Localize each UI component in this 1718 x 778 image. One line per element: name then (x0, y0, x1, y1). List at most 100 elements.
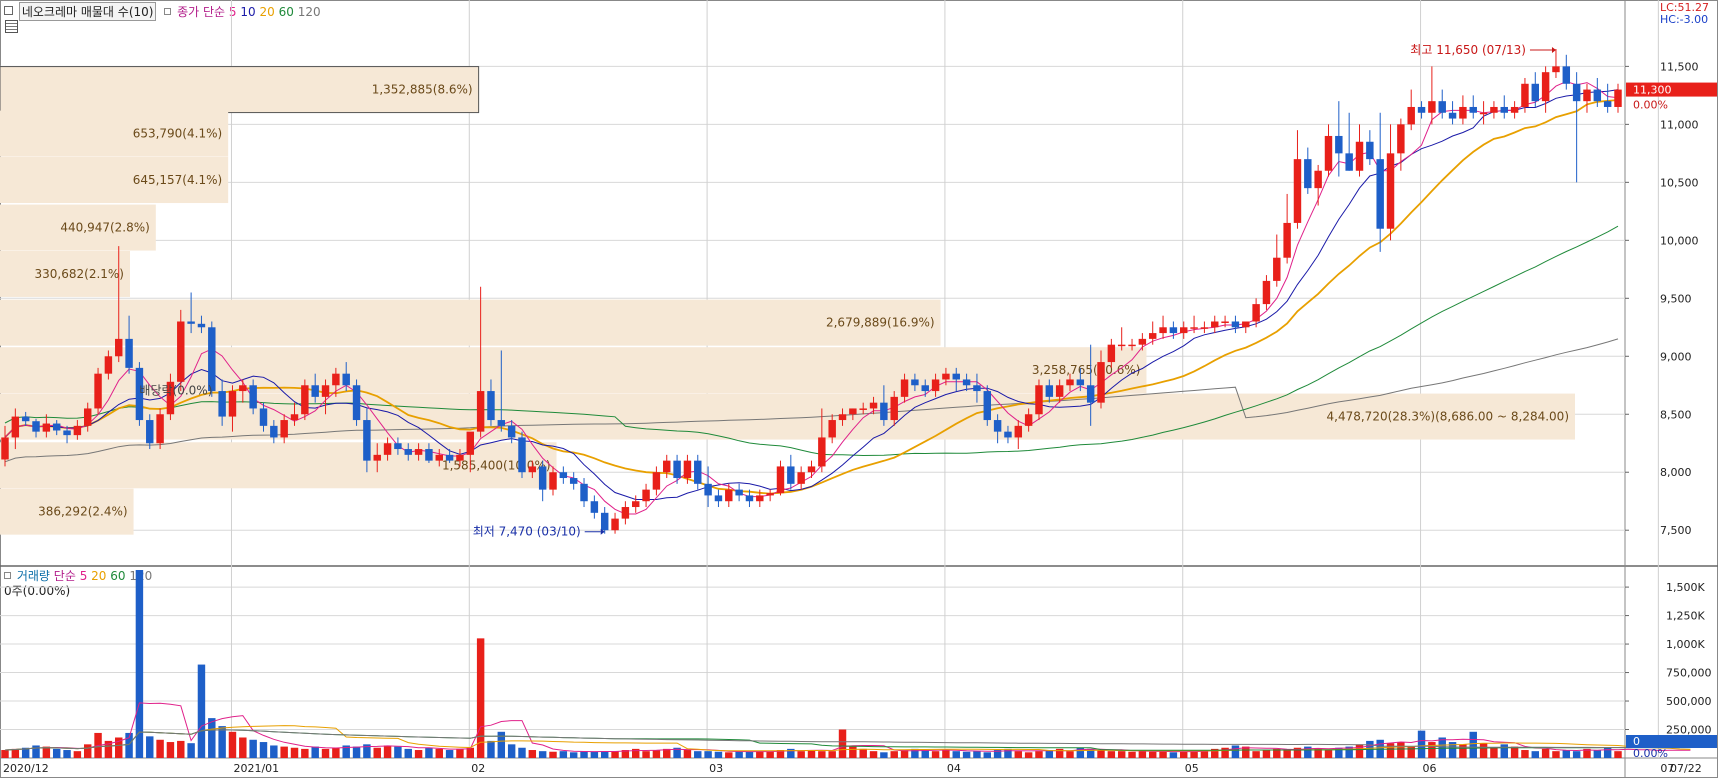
candle-body (735, 489, 743, 496)
candle-body (849, 408, 857, 415)
volume-profile-label: 330,682(2.1%) (35, 267, 124, 281)
volume-bar (1562, 750, 1571, 758)
candle-body (1169, 327, 1178, 334)
candle-body (1035, 385, 1043, 415)
candle-body (32, 421, 40, 432)
volume-bar (476, 638, 485, 758)
price-tick-label: 10,000 (1660, 234, 1699, 247)
candle-body (487, 391, 495, 421)
price-tick-label: 11,500 (1660, 60, 1699, 73)
candle-body (1004, 431, 1012, 438)
volume-bar (838, 729, 847, 758)
candle-body (1190, 327, 1198, 329)
volume-bar (1117, 751, 1126, 758)
volume-bar (332, 747, 340, 758)
volume-bar (208, 718, 216, 758)
candle-body (1397, 124, 1405, 154)
volume-bar (1490, 747, 1498, 758)
candle-body (1531, 83, 1540, 102)
x-axis-label: 05 (1185, 762, 1199, 775)
volume-bar (1355, 744, 1364, 758)
volume-bar (373, 747, 381, 758)
candle-body (1086, 385, 1095, 403)
volume-bar (1428, 742, 1436, 758)
candle-body (942, 373, 950, 380)
volume-bar (1593, 750, 1602, 758)
candle-body (1355, 141, 1364, 171)
candle-body (993, 420, 1002, 432)
volume-bar (42, 746, 51, 758)
candle-body (404, 449, 412, 455)
candle-body (342, 373, 350, 386)
x-axis-label: 02 (471, 762, 485, 775)
candle-body (1231, 321, 1240, 328)
volume-bar (1531, 751, 1540, 758)
candle-body (776, 466, 785, 494)
candle-body (311, 385, 319, 397)
volume-bar (1024, 752, 1033, 758)
candle-body (115, 338, 123, 357)
candle-body (1448, 112, 1457, 119)
volume-bar (146, 736, 154, 758)
volume-bar (1045, 750, 1054, 758)
candle-body (1242, 321, 1250, 328)
volume-bar (187, 743, 195, 758)
volume-profile-label: 3,258,765(20.6%) (1032, 363, 1141, 377)
candle-body (1055, 385, 1064, 397)
candle-body (931, 379, 940, 392)
volume-profile-band (0, 299, 941, 346)
candle-body (673, 460, 681, 479)
volume-bar (321, 748, 330, 758)
x-axis-label: 04 (947, 762, 961, 775)
stock-chart: 네오크레마 매물대 수(10) 종가 단순 5 10 20 60 120 LC:… (0, 0, 1718, 778)
volume-profile-label: 440,947(2.8%) (60, 221, 149, 235)
candle-body (1180, 327, 1188, 334)
volume-bar (270, 745, 278, 758)
candle-body (1479, 112, 1488, 115)
candle-body (880, 402, 888, 421)
volume-bar (1180, 751, 1188, 758)
volume-bar (1417, 730, 1426, 758)
volume-bar (1541, 748, 1550, 758)
volume-bar (735, 751, 743, 758)
volume-tick-label: 750,000 (1666, 667, 1712, 680)
candle-body (911, 379, 919, 386)
volume-profile-label: 4,478,720(28.3%)(8,686.00 ~ 8,284.00) (1327, 410, 1569, 424)
volume-bar (828, 751, 836, 758)
candle-body (104, 356, 113, 374)
candle-body (725, 489, 733, 502)
volume-bar (766, 751, 774, 758)
candle-body (1541, 72, 1550, 102)
volume-bar (1283, 750, 1291, 758)
vol-ma-5-line (4, 702, 1691, 753)
candle-body (1107, 344, 1116, 363)
candle-body (1304, 159, 1312, 189)
candle-body (569, 478, 578, 484)
volume-profile-label: 386,292(2.4%) (38, 505, 127, 519)
candle-body (125, 338, 133, 368)
volume-bar (156, 739, 164, 758)
candle-body (11, 416, 20, 438)
candle-body (1, 437, 9, 460)
chart-canvas[interactable]: 7,500 8,000 8,500 9,000 9,500 10,000 10,500 11,… (0, 0, 1718, 778)
volume-bar (1169, 752, 1178, 758)
volume-bar (1004, 748, 1012, 758)
volume-bar (1035, 751, 1043, 758)
candle-body (414, 449, 423, 455)
volume-bar (1128, 751, 1136, 758)
volume-bar (890, 751, 898, 758)
high-annotation: 최고 11,650 (07/13) (1410, 43, 1526, 57)
volume-bar (973, 751, 981, 758)
volume-bar (1014, 751, 1023, 758)
candle-body (1148, 333, 1157, 339)
candle-body (797, 472, 805, 484)
volume-bar (435, 748, 443, 758)
volume-bar (652, 750, 661, 758)
volume-bar (445, 750, 454, 758)
volume-bar (818, 751, 826, 758)
price-tick-label: 9,500 (1660, 292, 1692, 305)
candle-body (1386, 153, 1395, 229)
candle-body (352, 385, 361, 421)
volume-bar (1148, 751, 1157, 758)
candle-body (611, 518, 619, 531)
